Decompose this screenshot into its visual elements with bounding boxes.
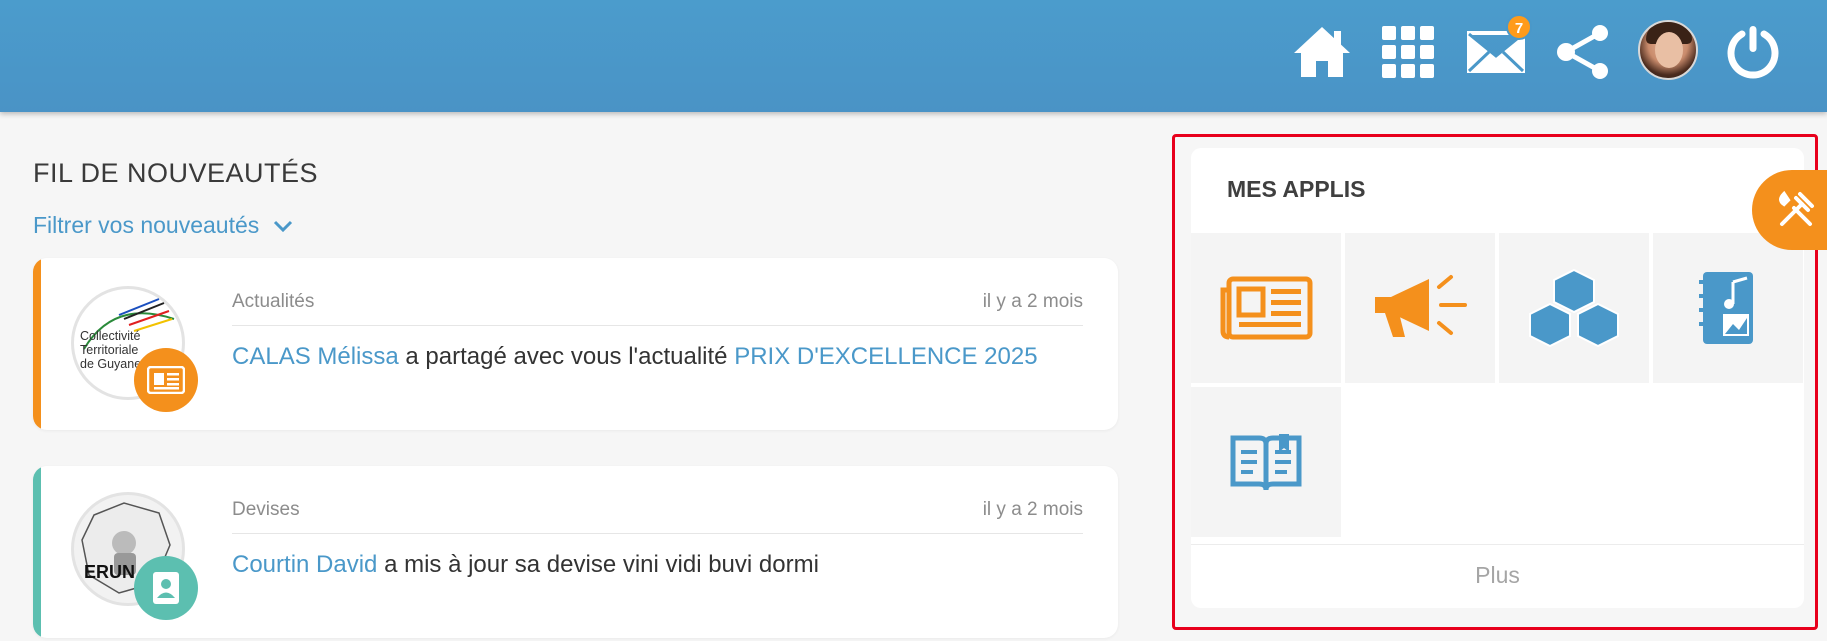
card-time: il y a 2 mois	[982, 291, 1083, 312]
share-icon[interactable]	[1553, 22, 1613, 82]
news-card[interactable]: ERUN Devises il y a 2 mois Courtin David…	[33, 466, 1118, 638]
top-navigation-bar: 7	[0, 0, 1827, 112]
author-link[interactable]: CALAS Mélissa	[232, 343, 399, 370]
card-accent	[33, 466, 41, 638]
avatar-face	[1655, 32, 1683, 68]
filter-label: Filtrer vos nouveautés	[33, 212, 260, 238]
avatar[interactable]	[1638, 20, 1698, 80]
card-accent	[33, 258, 41, 430]
message-action: a partagé avec vous l'actualité	[398, 343, 735, 370]
cubes-icon	[1529, 268, 1619, 348]
message-action: a mis à jour sa devise vini vidi buvi do…	[377, 551, 819, 578]
tools-button[interactable]	[1752, 170, 1827, 250]
music-notebook-icon	[1699, 272, 1753, 344]
author-link[interactable]: Courtin David	[232, 551, 377, 578]
apps-panel: MES APPLIS Plus	[1191, 148, 1804, 608]
megaphone-icon	[1375, 275, 1467, 337]
filter-news-dropdown[interactable]: Filtrer vos nouveautés	[33, 212, 293, 239]
card-message: Courtin David a mis à jour sa devise vin…	[232, 551, 819, 579]
newspaper-icon	[134, 348, 198, 412]
target-link[interactable]: PRIX D'EXCELLENCE 2025	[734, 343, 1037, 370]
power-icon[interactable]	[1723, 22, 1783, 82]
card-divider	[232, 325, 1083, 326]
card-time: il y a 2 mois	[982, 499, 1083, 520]
feed-title: FIL DE NOUVEAUTÉS	[33, 158, 319, 188]
contact-card-icon	[134, 556, 198, 620]
apps-title: MES APPLIS	[1227, 176, 1366, 202]
logo-text: ERUN	[84, 562, 136, 582]
chevron-down-icon	[274, 220, 293, 232]
news-card[interactable]: Collectivité Territoriale de Guyane Actu…	[33, 258, 1118, 430]
mail-badge: 7	[1506, 14, 1532, 40]
open-book-icon	[1230, 434, 1302, 491]
home-icon[interactable]	[1292, 22, 1352, 82]
apps-grid-icon[interactable]	[1378, 22, 1438, 82]
tools-icon	[1779, 190, 1814, 226]
newspaper-icon	[1220, 276, 1313, 340]
newspaper-app[interactable]	[1191, 233, 1341, 383]
more-apps-button[interactable]: Plus	[1191, 544, 1804, 606]
mail-icon[interactable]: 7	[1466, 14, 1532, 82]
card-message: CALAS Mélissa a partagé avec vous l'actu…	[232, 343, 1038, 371]
card-category: Actualités	[232, 291, 315, 312]
megaphone-app[interactable]	[1345, 233, 1495, 383]
cubes-app[interactable]	[1499, 233, 1649, 383]
card-divider	[232, 533, 1083, 534]
card-category: Devises	[232, 499, 300, 520]
music-notebook-app[interactable]	[1653, 233, 1803, 383]
book-app[interactable]	[1191, 387, 1341, 537]
